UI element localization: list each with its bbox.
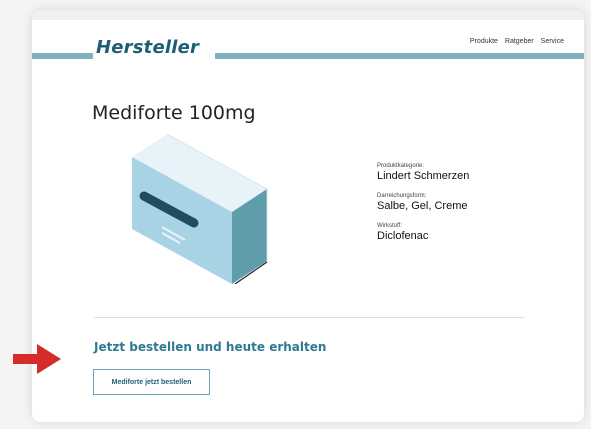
header-band-left [32,53,93,59]
detail-label-form: Darreichungsform: [377,193,427,199]
order-heading: Jetzt bestellen und heute erhalten [94,340,327,354]
detail-value-form: Salbe, Gel, Creme [377,200,468,212]
detail-label-ingredient: Wirkstoff: [377,223,402,229]
browser-window: Hersteller Produkte Ratgeber Service Med… [32,10,584,422]
brand-logo[interactable]: Hersteller [96,37,199,58]
window-top-bar [32,10,584,20]
detail-value-category: Lindert Schmerzen [377,170,470,182]
section-divider [94,317,524,318]
product-title: Mediforte 100mg [92,102,256,124]
header-band-right [215,53,584,59]
nav-item-produkte[interactable]: Produkte [470,38,498,45]
detail-label-category: Produktkategorie: [377,163,425,169]
detail-value-ingredient: Diclofenac [377,230,429,242]
nav-item-service[interactable]: Service [541,38,564,45]
product-details: Produktkategorie: Lindert Schmerzen Darr… [377,162,469,252]
main-nav: Produkte Ratgeber Service [465,38,564,45]
nav-item-ratgeber[interactable]: Ratgeber [505,38,534,45]
red-arrow-icon [13,344,61,374]
product-box-image [132,134,268,284]
order-button[interactable]: Mediforte jetzt bestellen [93,369,210,395]
